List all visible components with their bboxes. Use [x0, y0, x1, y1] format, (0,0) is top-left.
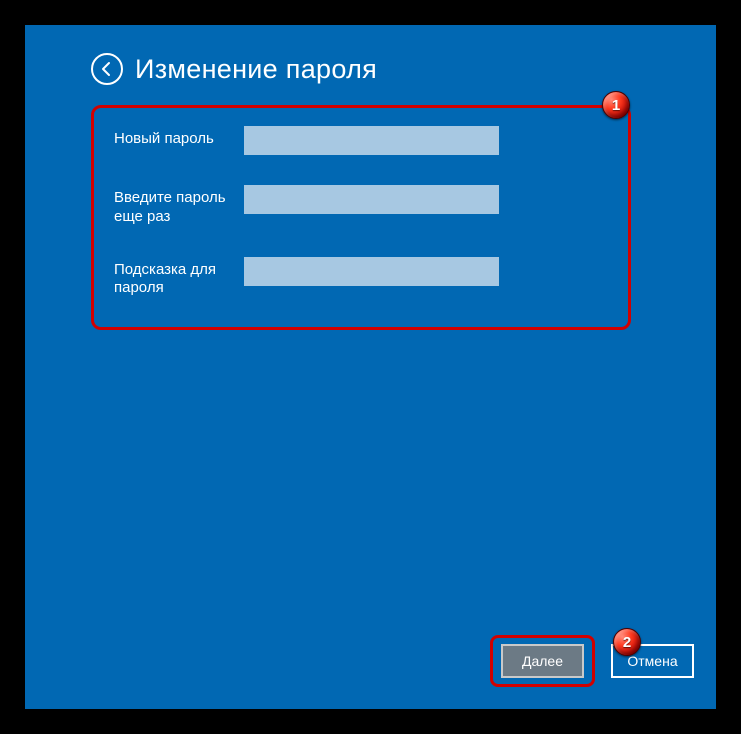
next-button[interactable]: Далее: [501, 644, 584, 678]
page-title: Изменение пароля: [135, 54, 377, 85]
callout-badge-2: 2: [613, 628, 641, 656]
change-password-window: Изменение пароля Новый пароль Введите па…: [25, 25, 716, 709]
row-new-password: Новый пароль: [114, 126, 608, 155]
new-password-input[interactable]: [244, 126, 499, 155]
confirm-password-input[interactable]: [244, 185, 499, 214]
row-confirm-password: Введите пароль еще раз: [114, 185, 608, 227]
next-highlight-box: Далее: [490, 635, 595, 687]
form-highlight-box: Новый пароль Введите пароль еще раз Подс…: [91, 105, 631, 330]
callout-badge-1: 1: [602, 91, 630, 119]
label-hint: Подсказка для пароля: [114, 257, 244, 299]
password-hint-input[interactable]: [244, 257, 499, 286]
row-hint: Подсказка для пароля: [114, 257, 608, 299]
back-icon[interactable]: [91, 53, 123, 85]
header: Изменение пароля: [25, 25, 716, 85]
footer: Далее Отмена: [490, 635, 694, 687]
label-confirm-password: Введите пароль еще раз: [114, 185, 244, 227]
label-new-password: Новый пароль: [114, 126, 244, 149]
